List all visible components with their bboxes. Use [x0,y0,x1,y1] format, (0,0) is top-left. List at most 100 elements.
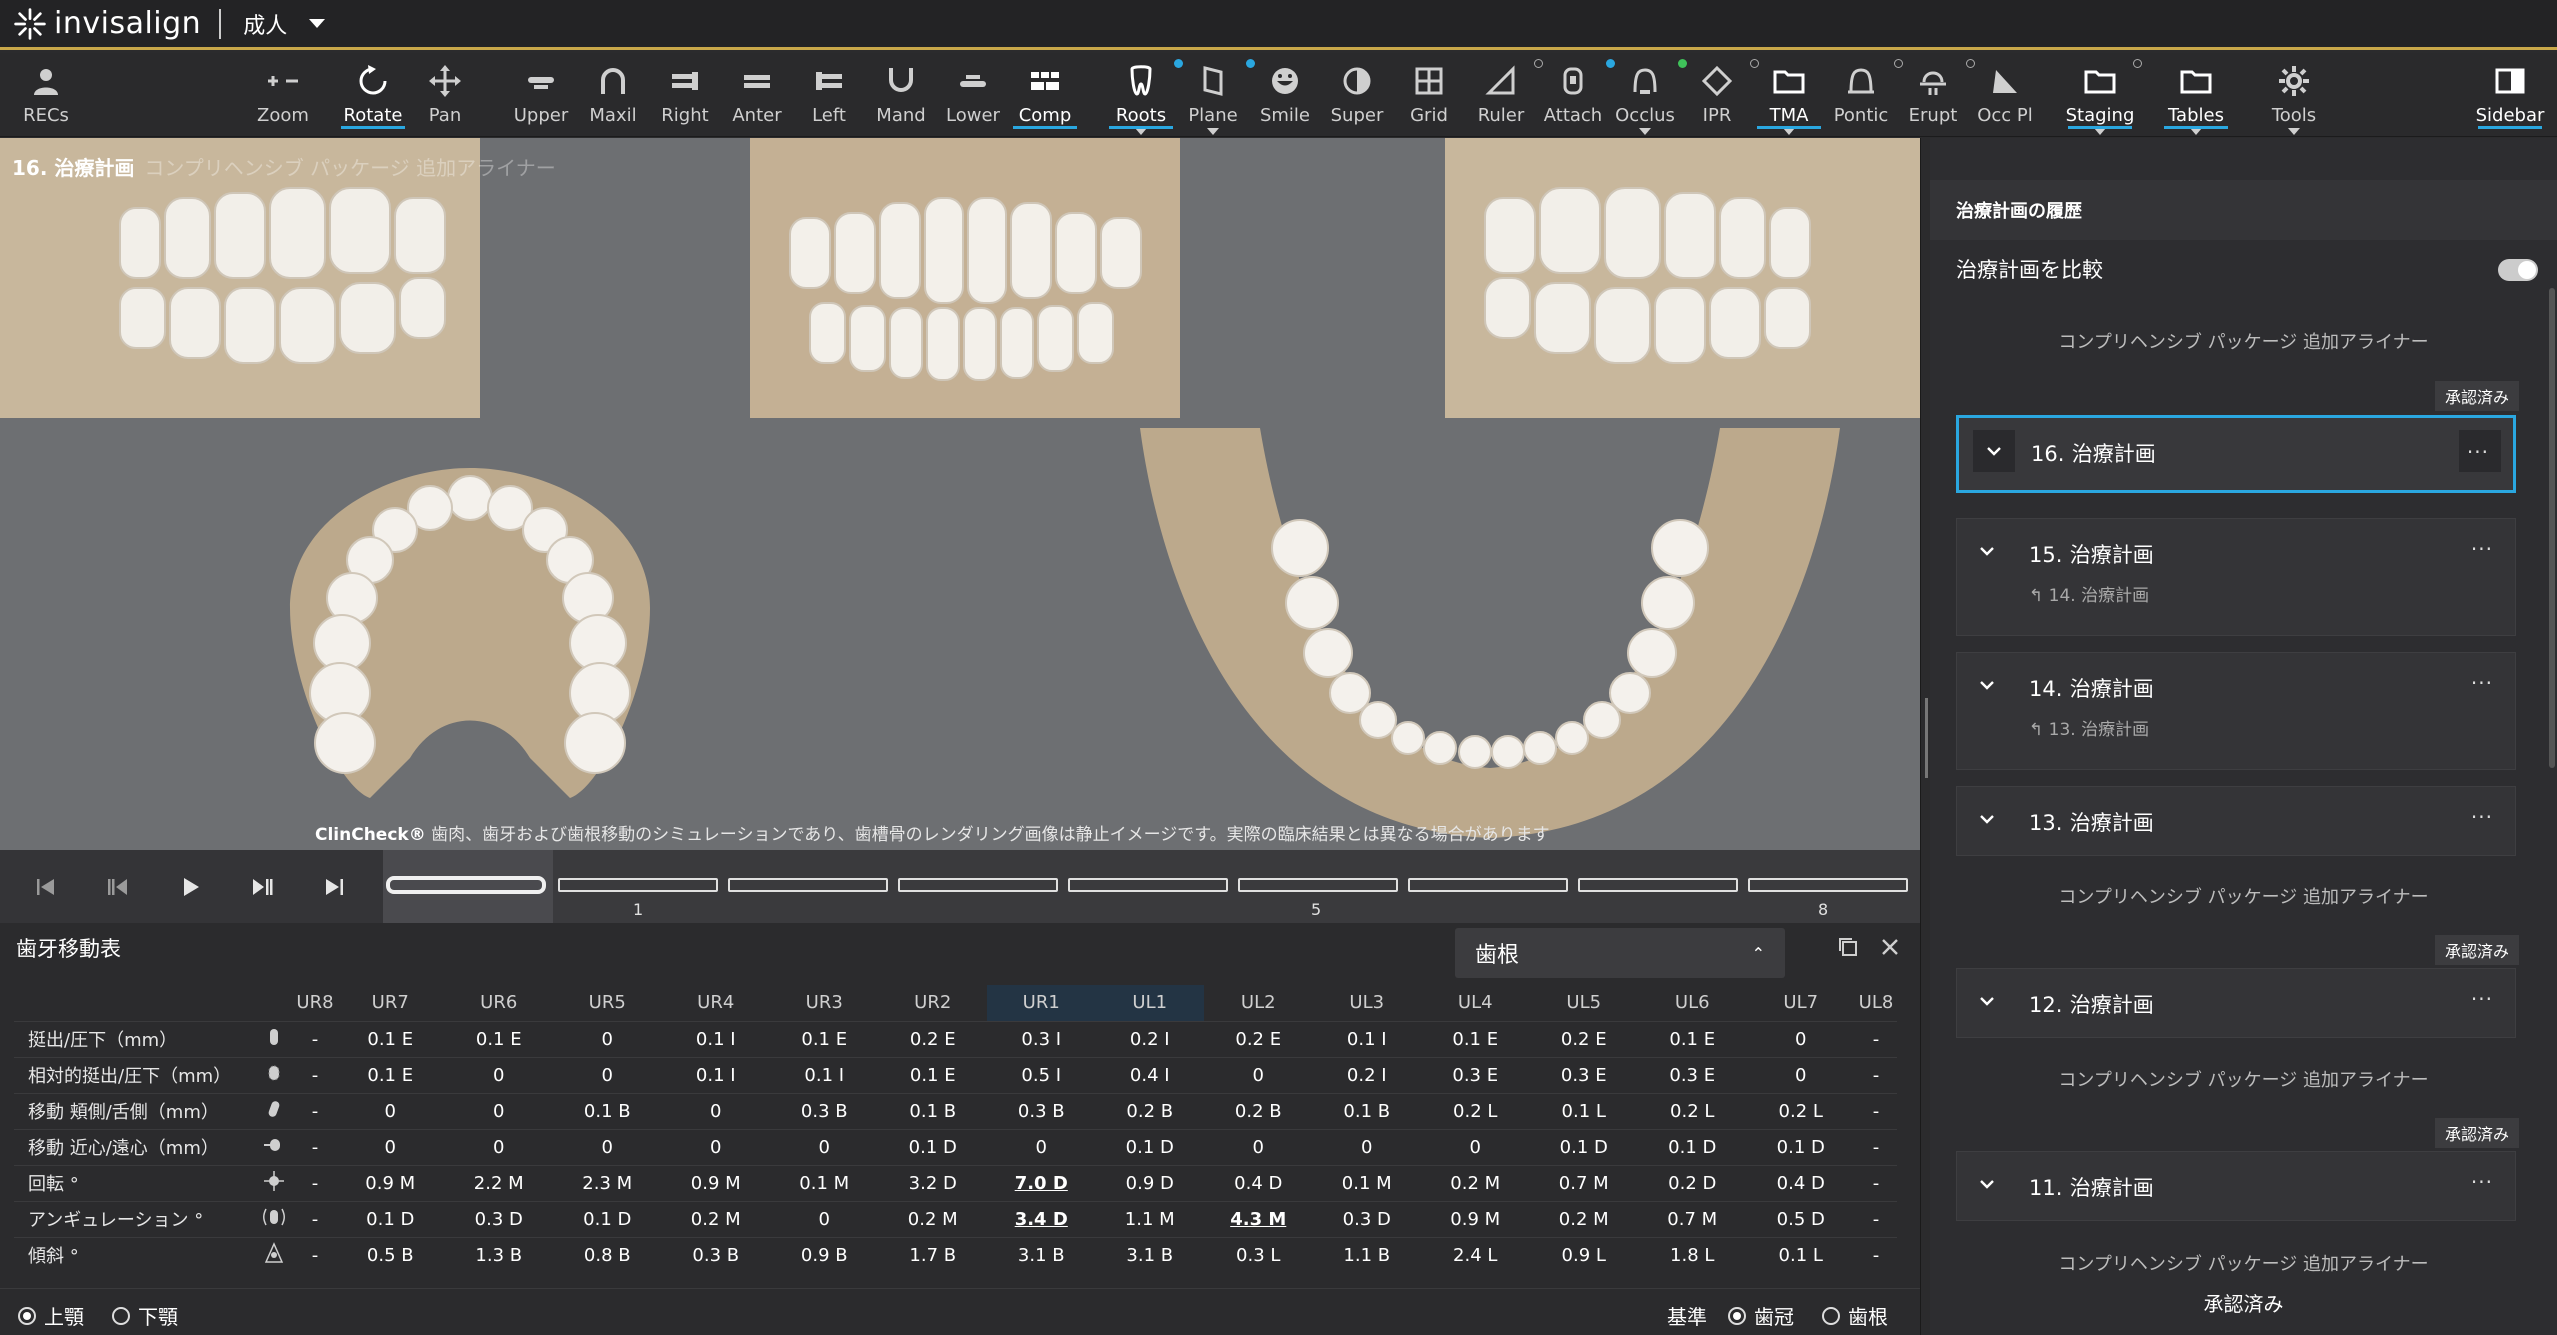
tooth-column-ul2[interactable]: UL2 [1204,985,1313,1021]
chevron-down-icon[interactable] [1979,993,1995,1009]
more-options-icon[interactable]: ··· [2471,1170,2493,1194]
plan-card-16[interactable]: 16. 治療計画 ··· [1956,415,2516,493]
last-stage-button[interactable] [316,872,352,902]
plan-title: 13. 治療計画 [2029,811,2154,835]
stage-bar[interactable]: 1 5 8 [383,850,1920,923]
previous-stage-button[interactable] [100,872,136,902]
tooth-column-ul7[interactable]: UL7 [1747,985,1856,1021]
mandibular-occlusal-view[interactable] [1140,428,1840,838]
tooth-column-ur8[interactable]: UR8 [294,985,336,1021]
stage-7-segment[interactable] [1578,878,1738,892]
plan-card-15[interactable]: 15. 治療計画 ··· ↰ 14. 治療計画 [1956,518,2516,636]
tool-super-button[interactable]: Super [1317,53,1397,137]
tool-anter-button[interactable]: Anter [717,53,797,137]
base-root-radio[interactable]: 歯根 [1822,1301,1888,1330]
tool-mand-button[interactable]: Mand [861,53,941,137]
tooth-column-ur5[interactable]: UR5 [553,985,662,1021]
panel-splitter[interactable] [1920,138,1930,1335]
row-label-header [14,985,254,1021]
more-options-icon[interactable]: ··· [2471,537,2493,561]
compare-plans-toggle[interactable] [2498,259,2538,281]
tool-sidebar-button[interactable]: Sidebar [2470,53,2550,137]
tool-attach-button[interactable]: Attach [1533,53,1615,137]
close-icon[interactable] [1878,935,1902,959]
tooth-column-ul8[interactable]: UL8 [1855,985,1897,1021]
tool-right-button[interactable]: Right [645,53,725,137]
case-type-dropdown[interactable]: 成人 [243,8,326,40]
tooth-column-ur6[interactable]: UR6 [445,985,554,1021]
tooth-column-ur3[interactable]: UR3 [770,985,879,1021]
sidebar-scrollbar[interactable] [2549,288,2555,768]
stage-5-segment[interactable] [1238,878,1398,892]
tool-roots-button[interactable]: Roots [1101,53,1183,137]
copy-icon[interactable] [1836,935,1860,959]
tool-zoom-button[interactable]: Zoom [243,53,323,137]
stage-8-segment[interactable] [1748,878,1908,892]
tool-tools-button[interactable]: Tools [2254,53,2334,137]
chevron-down-icon[interactable] [1979,811,1995,827]
plan-card-13[interactable]: 13. 治療計画 ··· [1956,786,2516,856]
tool-grid-button[interactable]: Grid [1389,53,1469,137]
chevron-down-icon[interactable] [1979,677,1995,693]
tool-lower-button[interactable]: Lower [933,53,1013,137]
plan-card-14[interactable]: 14. 治療計画 ··· ↰ 13. 治療計画 [1956,652,2516,770]
chevron-down-icon[interactable] [1979,1176,1995,1192]
tool-maxil-button[interactable]: Maxil [573,53,653,137]
maxillary-occlusal-view[interactable] [270,458,670,818]
tool-tma-button[interactable]: TMA [1749,53,1829,137]
left-icon [809,61,849,101]
more-options-icon[interactable]: ··· [2467,440,2489,464]
stage-4-segment[interactable] [1068,878,1228,892]
more-options-icon[interactable]: ··· [2471,987,2493,1011]
tooth-column-ul1[interactable]: UL1 [1095,985,1204,1021]
more-options-icon[interactable]: ··· [2471,805,2493,829]
tool-left-button[interactable]: Left [789,53,869,137]
first-stage-button[interactable] [28,872,64,902]
play-button[interactable] [172,872,208,902]
tool-occlus-button[interactable]: Occlus [1605,53,1687,137]
tooth-column-ur2[interactable]: UR2 [879,985,988,1021]
measure-reference-dropdown[interactable]: 歯根 ⌃ [1455,928,1785,978]
base-label: 基準 [1667,1305,1707,1329]
tool-pontic-button[interactable]: Pontic [1821,53,1903,137]
stage-6-segment[interactable] [1408,878,1568,892]
tables-icon [2176,61,2216,101]
stage-3-segment[interactable] [898,878,1058,892]
tool-occ-pl-button[interactable]: Occ Pl [1965,53,2045,137]
chevron-down-icon[interactable] [1979,543,1995,559]
stage-2-segment[interactable] [728,878,888,892]
tool-smile-button[interactable]: Smile [1245,53,1325,137]
tool-ipr-button[interactable]: IPR [1677,53,1759,137]
arch-lower-radio[interactable]: 下顎 [112,1301,178,1330]
tooth-column-ul3[interactable]: UL3 [1313,985,1422,1021]
tool-pan-button[interactable]: Pan [405,53,485,137]
tool-staging-button[interactable]: Staging [2060,53,2142,137]
left-buccal-view[interactable] [1445,138,1920,418]
tool-erupt-button[interactable]: Erupt [1893,53,1975,137]
tool-comp-button[interactable]: Comp [1005,53,1085,137]
anterior-view[interactable] [750,138,1180,418]
next-stage-button[interactable] [244,872,280,902]
stage-0-segment[interactable] [386,876,546,894]
tool-ruler-button[interactable]: Ruler [1461,53,1543,137]
tooth-column-ul4[interactable]: UL4 [1421,985,1530,1021]
tool-recs-button[interactable]: RECs [6,53,86,137]
splitter-grip[interactable] [1925,698,1928,778]
tool-plane-button[interactable]: Plane [1173,53,1255,137]
plan-card-12[interactable]: 12. 治療計画 ··· [1956,968,2516,1038]
stage-1-segment[interactable] [558,878,718,892]
tooth-column-ul6[interactable]: UL6 [1638,985,1747,1021]
tooth-column-ur4[interactable]: UR4 [662,985,771,1021]
tool-rotate-button[interactable]: Rotate [333,53,413,137]
tooth-column-ur1[interactable]: UR1 [987,985,1096,1021]
arch-upper-radio[interactable]: 上顎 [18,1301,84,1330]
tool-tables-button[interactable]: Tables [2156,53,2236,137]
base-crown-radio[interactable]: 歯冠 [1728,1301,1794,1330]
more-options-icon[interactable]: ··· [2471,671,2493,695]
tool-upper-button[interactable]: Upper [501,53,581,137]
3d-viewer[interactable]: 16. 治療計画 コンプリヘンシブ パッケージ 追加アライナー ClinChec… [0,138,1920,850]
table-cell: 1.7 B [878,1236,987,1273]
tooth-column-ul5[interactable]: UL5 [1530,985,1639,1021]
plan-card-11[interactable]: 11. 治療計画 ··· [1956,1151,2516,1221]
tooth-column-ur7[interactable]: UR7 [336,985,445,1021]
